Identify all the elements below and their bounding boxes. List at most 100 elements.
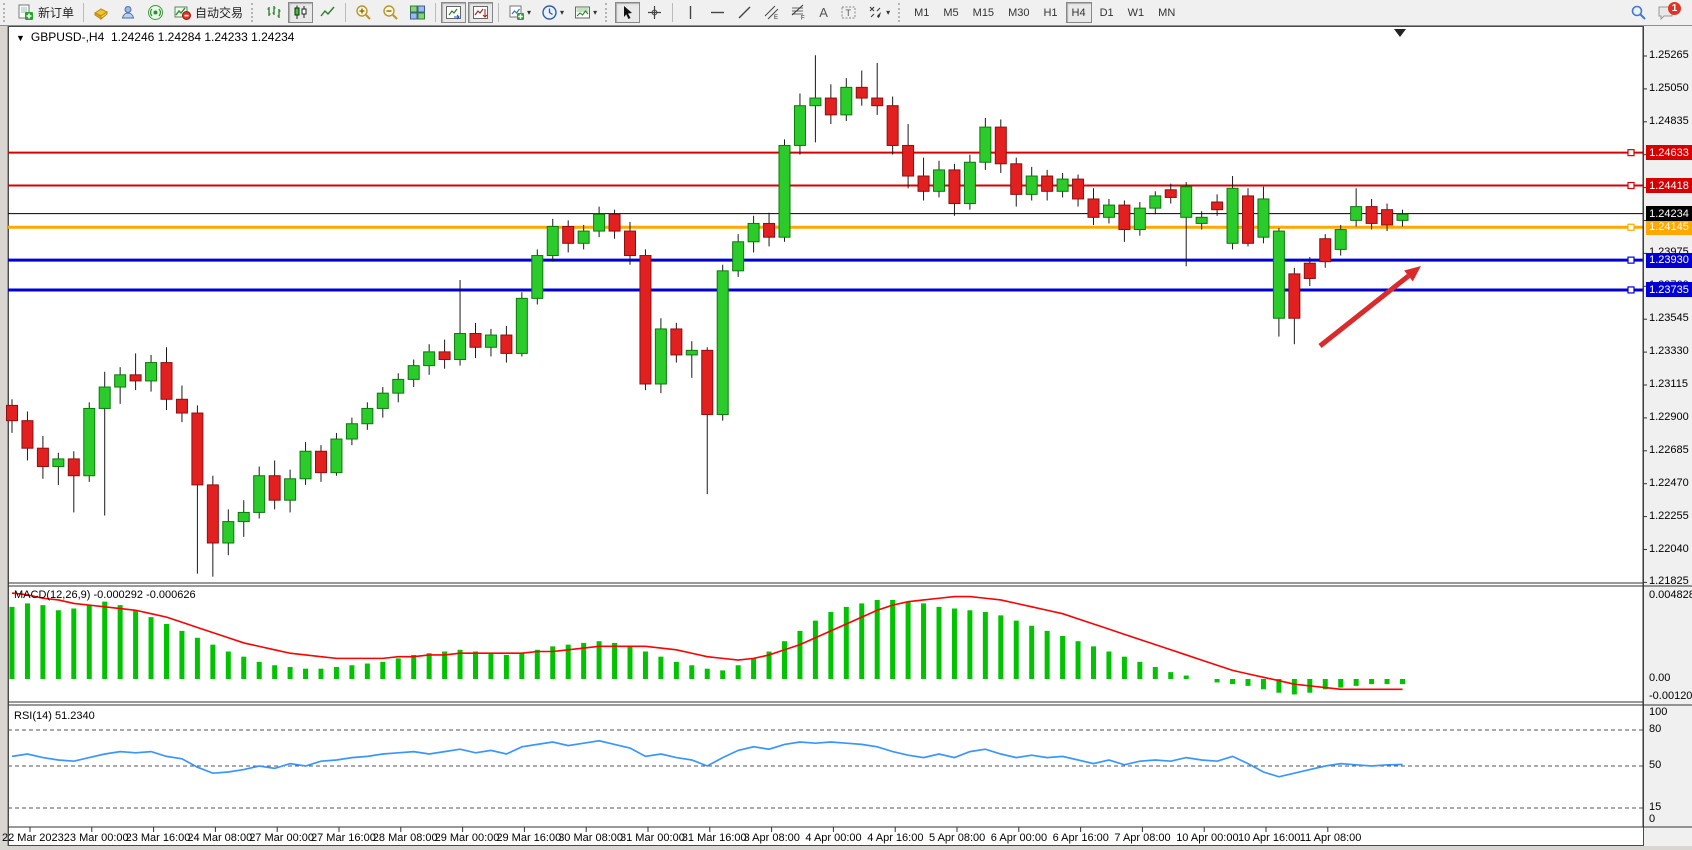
svg-text:T: T	[846, 8, 852, 18]
horizontal-line-tool-button[interactable]	[705, 2, 730, 23]
auto-scroll-button[interactable]	[468, 2, 493, 23]
date-label[interactable]: 10 Apr 00:00	[1176, 832, 1238, 844]
auto-trading-icon	[174, 4, 191, 21]
notification-badge: 1	[1668, 2, 1681, 15]
date-label[interactable]: 27 Mar 16:00	[311, 832, 376, 844]
arrows-icon	[867, 4, 884, 21]
signals-button[interactable]	[143, 2, 168, 23]
date-label[interactable]: 23 Mar 16:00	[126, 832, 191, 844]
date-label[interactable]: 29 Mar 00:00	[435, 832, 500, 844]
horizontal-line-icon	[709, 4, 726, 21]
line-chart-type-button[interactable]	[315, 2, 340, 23]
search-button[interactable]	[1626, 2, 1651, 23]
rsi-axis-label: 0	[1649, 813, 1655, 825]
zoom-in-button[interactable]	[351, 2, 376, 23]
macd-axis-label: -0.001201	[1649, 690, 1692, 702]
macd-values: -0.000292 -0.000626	[93, 589, 195, 601]
price-line-badge-1.24418: 1.24418	[1646, 178, 1692, 193]
date-label[interactable]: 24 Mar 08:00	[187, 832, 252, 844]
line-handle	[1628, 287, 1634, 293]
new-chart-icon	[508, 4, 525, 21]
timeframe-button-W1[interactable]: W1	[1122, 2, 1151, 23]
cursor-icon	[619, 4, 636, 21]
date-label[interactable]: 22 Mar 2023	[2, 832, 64, 844]
arrows-tool-button[interactable]: ▾	[863, 2, 894, 23]
date-label[interactable]: 3 Apr 08:00	[744, 832, 800, 844]
date-label[interactable]: 29 Mar 16:00	[496, 832, 561, 844]
rsi-axis-label: 80	[1649, 723, 1661, 735]
tile-windows-button[interactable]	[405, 2, 430, 23]
text-tool-button[interactable]: A	[813, 2, 834, 23]
date-label[interactable]: 5 Apr 08:00	[929, 832, 985, 844]
notifications-button[interactable]: 1	[1653, 2, 1685, 23]
market-watch-icon	[93, 4, 110, 21]
date-label[interactable]: 27 Mar 00:00	[249, 832, 314, 844]
date-label[interactable]: 4 Apr 00:00	[805, 832, 861, 844]
crosshair-tool-button[interactable]	[642, 2, 667, 23]
templates-button[interactable]: ▾	[570, 2, 601, 23]
timeframe-button-MN[interactable]: MN	[1152, 2, 1181, 23]
user-icon	[120, 4, 137, 21]
timeframe-button-M5[interactable]: M5	[937, 2, 964, 23]
date-label[interactable]: 6 Apr 00:00	[991, 832, 1047, 844]
rsi-axis-label: 50	[1649, 759, 1661, 771]
svg-text:F: F	[801, 16, 805, 22]
rsi-value: 51.2340	[55, 710, 95, 722]
price-tick-label: 1.25265	[1649, 49, 1689, 61]
date-label[interactable]: 11 Apr 08:00	[1300, 832, 1362, 844]
market-watch-button[interactable]	[89, 2, 114, 23]
bar-chart-type-button[interactable]	[261, 2, 286, 23]
auto-scroll-icon	[472, 4, 489, 21]
price-tick-label: 1.21825	[1649, 575, 1689, 587]
timeframe-button-H4[interactable]: H4	[1066, 2, 1092, 23]
zoom-out-icon	[382, 4, 399, 21]
new-order-icon	[17, 4, 34, 21]
candlestick-chart-type-button[interactable]	[288, 2, 313, 23]
new-chart-button[interactable]: ▾	[504, 2, 535, 23]
timeframe-button-H1[interactable]: H1	[1037, 2, 1063, 23]
new-chart-caret: ▾	[527, 8, 531, 17]
period-button[interactable]: ▾	[537, 2, 568, 23]
timeframe-button-M15[interactable]: M15	[967, 2, 1000, 23]
price-chart[interactable]	[0, 0, 1692, 850]
price-tick-label: 1.23330	[1649, 345, 1689, 357]
zoom-out-button[interactable]	[378, 2, 403, 23]
date-label[interactable]: 4 Apr 16:00	[867, 832, 923, 844]
rsi-axis-label: 15	[1649, 801, 1661, 813]
date-label[interactable]: 7 Apr 08:00	[1114, 832, 1170, 844]
date-label[interactable]: 23 Mar 00:00	[64, 832, 129, 844]
timeframe-bar: M1M5M15M30H1H4D1W1MN	[907, 2, 1182, 23]
date-label[interactable]: 6 Apr 16:00	[1053, 832, 1109, 844]
line-handle	[1628, 150, 1634, 156]
svg-text:E: E	[774, 15, 778, 21]
crosshair-icon	[646, 4, 663, 21]
trendline-tool-button[interactable]	[732, 2, 757, 23]
chart-menu-icon[interactable]: ▼	[16, 33, 25, 43]
timeframe-button-D1[interactable]: D1	[1094, 2, 1120, 23]
community-button[interactable]	[116, 2, 141, 23]
date-label[interactable]: 30 Mar 08:00	[558, 832, 623, 844]
date-label[interactable]: 28 Mar 08:00	[373, 832, 438, 844]
timeframe-button-M1[interactable]: M1	[908, 2, 935, 23]
vertical-line-tool-button[interactable]	[678, 2, 703, 23]
timeframe-button-M30[interactable]: M30	[1002, 2, 1035, 23]
fibonacci-tool-button[interactable]: F	[786, 2, 811, 23]
date-label[interactable]: 31 Mar 16:00	[682, 832, 747, 844]
price-tick-label: 1.23115	[1649, 378, 1688, 390]
cursor-tool-button[interactable]	[615, 2, 640, 23]
candlestick-icon	[292, 4, 309, 21]
data-window-button[interactable]	[441, 2, 466, 23]
chart-title: ▼GBPUSD-,H4 1.24246 1.24284 1.24233 1.24…	[16, 30, 294, 44]
new-order-button[interactable]: 新订单	[13, 2, 78, 23]
date-label[interactable]: 10 Apr 16:00	[1238, 832, 1300, 844]
price-line-badge-1.23735: 1.23735	[1646, 282, 1692, 297]
date-label[interactable]: 31 Mar 00:00	[620, 832, 685, 844]
auto-trading-button[interactable]: 自动交易	[170, 2, 247, 23]
channel-tool-button[interactable]: E	[759, 2, 784, 23]
equidistant-channel-icon: E	[763, 4, 780, 21]
price-tick-label: 1.22040	[1649, 543, 1689, 555]
rsi-axis-label: 100	[1649, 706, 1667, 718]
main-toolbar: 新订单 自动交易 ▾ ▾	[0, 0, 1692, 26]
text-label-tool-button[interactable]: T	[836, 2, 861, 23]
rsi-line	[12, 741, 1403, 777]
